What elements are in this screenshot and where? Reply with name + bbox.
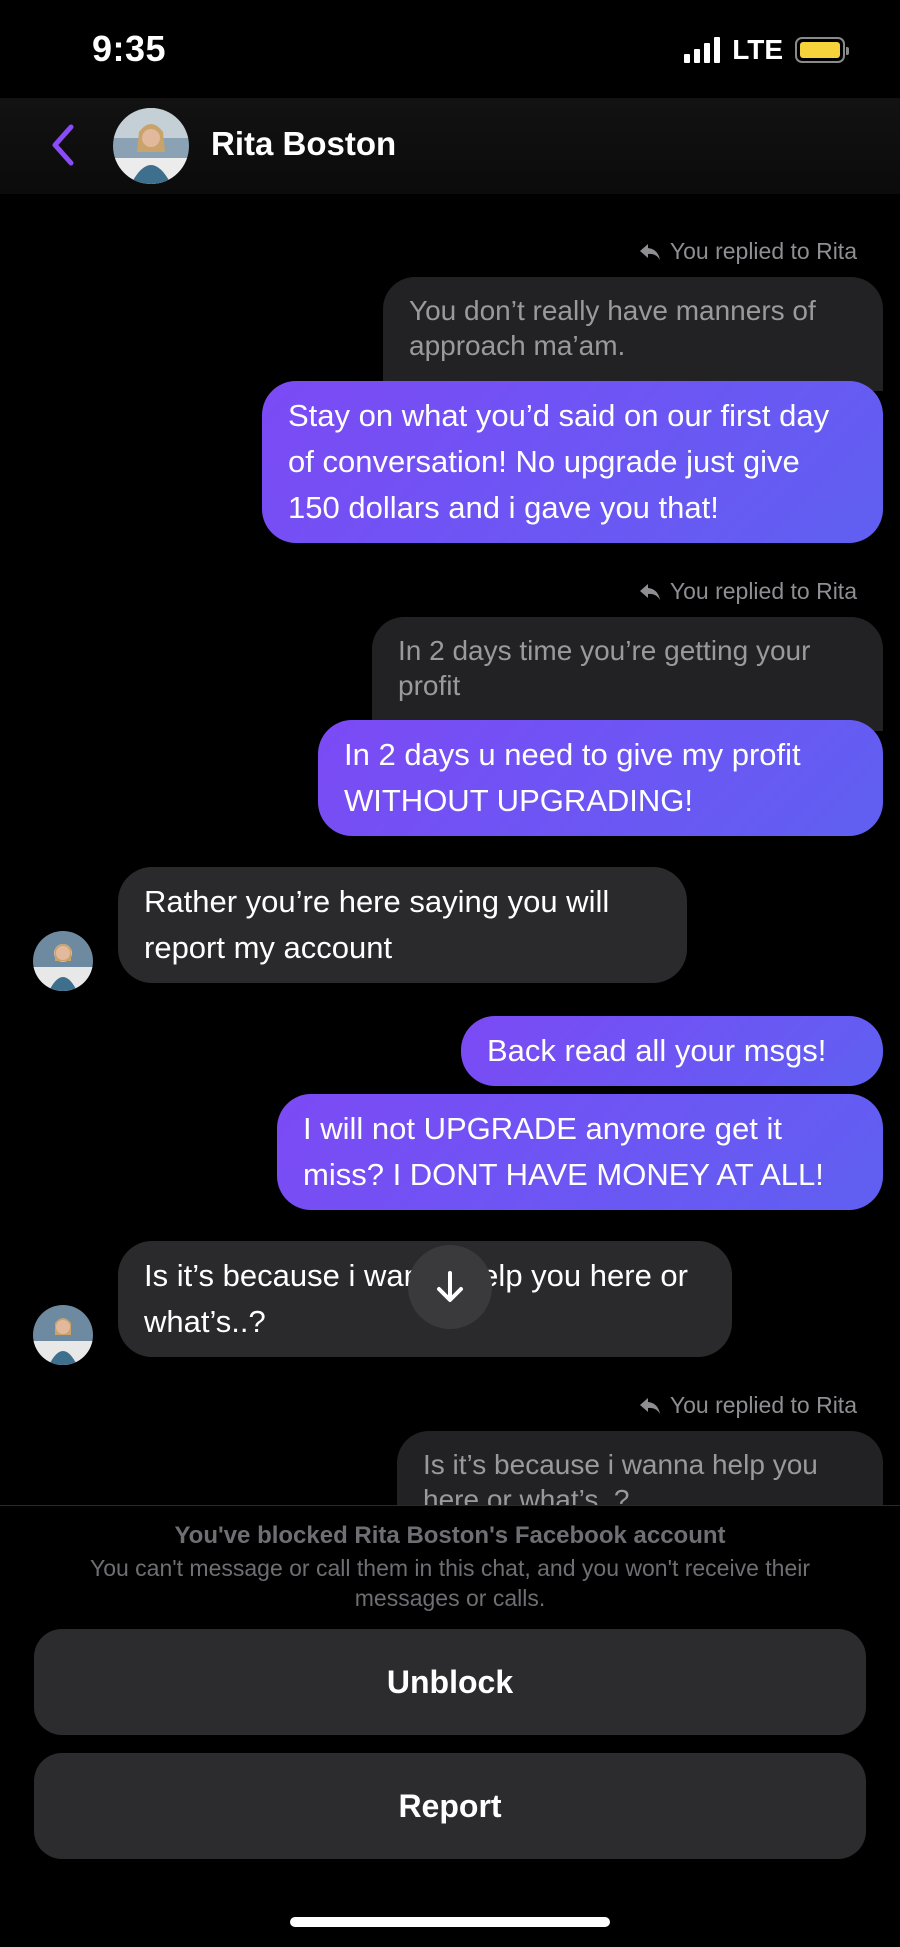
home-indicator[interactable]: [290, 1917, 610, 1927]
signal-icon: [684, 37, 721, 63]
quoted-message[interactable]: You don’t really have manners of approac…: [383, 277, 883, 391]
reply-arrow-icon: [639, 583, 660, 600]
scroll-to-bottom-button[interactable]: [408, 1245, 492, 1329]
blocked-panel: You've blocked Rita Boston's Facebook ac…: [0, 1505, 900, 1947]
reply-indicator: You replied to Rita: [638, 578, 857, 605]
reply-indicator: You replied to Rita: [638, 1392, 857, 1419]
outgoing-message-bubble[interactable]: I will not UPGRADE anymore get it miss? …: [277, 1094, 883, 1210]
contact-avatar[interactable]: [113, 108, 189, 184]
back-button[interactable]: [38, 118, 88, 172]
status-time: 9:35: [92, 28, 167, 69]
reply-indicator-text: You replied to Rita: [669, 238, 857, 264]
arrow-down-icon: [437, 1271, 463, 1302]
status-indicators: LTE: [684, 34, 849, 66]
chevron-left-icon: [52, 124, 74, 166]
reply-arrow-icon: [639, 1397, 660, 1414]
unblock-button[interactable]: Unblock: [34, 1629, 866, 1735]
outgoing-message-bubble[interactable]: Back read all your msgs!: [461, 1016, 883, 1086]
blocked-description: You can't message or call them in this c…: [89, 1555, 811, 1611]
battery-icon: [795, 37, 849, 63]
reply-arrow-icon: [639, 243, 660, 260]
chat-header: Rita Boston: [0, 98, 900, 194]
reply-indicator: You replied to Rita: [638, 238, 857, 265]
reply-indicator-text: You replied to Rita: [669, 1392, 857, 1418]
outgoing-message-bubble[interactable]: In 2 days u need to give my profit WITHO…: [318, 720, 883, 836]
contact-avatar: [33, 931, 93, 991]
reply-indicator-text: You replied to Rita: [669, 578, 857, 604]
contact-name[interactable]: Rita Boston: [211, 125, 396, 163]
incoming-message-bubble[interactable]: Rather you’re here saying you will repor…: [118, 867, 687, 983]
quoted-message[interactable]: Is it’s because i wanna help you here or…: [397, 1431, 883, 1505]
report-button[interactable]: Report: [34, 1753, 866, 1859]
outgoing-message-bubble[interactable]: Stay on what you’d said on our first day…: [262, 381, 883, 543]
status-bar: 9:35 LTE: [0, 0, 900, 100]
network-label: LTE: [732, 34, 783, 65]
contact-avatar: [33, 1305, 93, 1365]
quoted-message[interactable]: In 2 days time you’re getting your profi…: [372, 617, 883, 731]
blocked-title: You've blocked Rita Boston's Facebook ac…: [174, 1522, 726, 1549]
